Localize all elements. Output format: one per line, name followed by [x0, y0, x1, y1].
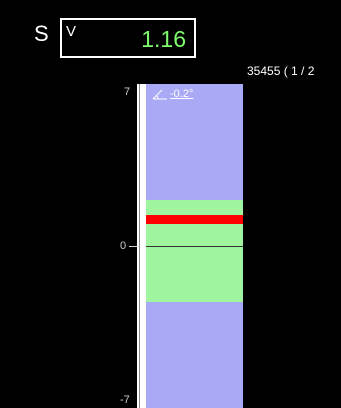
scale-zero-label: 0 — [120, 240, 127, 252]
scale-zero-tick — [129, 246, 137, 247]
scale-top-label: 7 — [124, 86, 131, 98]
zero-line — [146, 246, 243, 247]
scale: 7 0 -7 — [110, 84, 147, 408]
angle-indicator: -0.2° — [152, 88, 193, 100]
scale-axis-line — [139, 84, 140, 408]
value-display: V 1.16 — [60, 18, 196, 58]
angle-value: -0.2° — [170, 88, 194, 100]
s-label: S — [34, 21, 49, 46]
angle-icon — [152, 89, 167, 100]
scale-bottom-label: -7 — [120, 394, 130, 406]
current-value-marker — [146, 215, 243, 225]
record-id: 35455 ( 1 / 2 — [247, 64, 315, 78]
value-readout: 1.16 — [141, 26, 186, 52]
level-column: -0.2° — [146, 84, 243, 408]
v-label: V — [66, 23, 77, 40]
